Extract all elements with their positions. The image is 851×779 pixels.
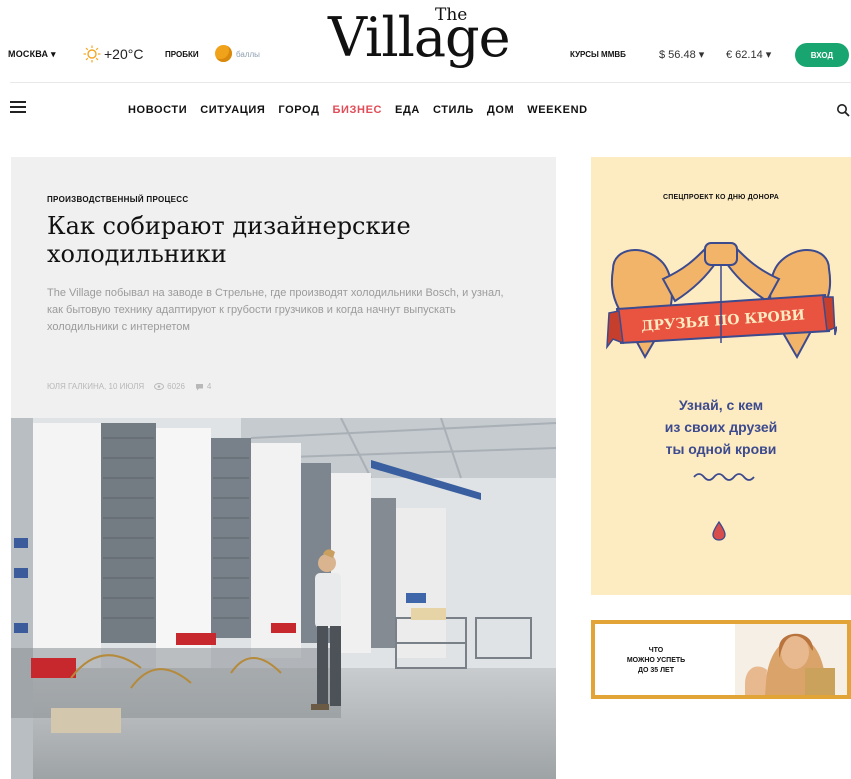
story-author-date: ЮЛЯ ГАЛКИНА, 10 ИЮЛЯ	[47, 382, 145, 391]
header-divider	[10, 82, 851, 83]
traffic-score: баллы	[236, 50, 260, 59]
menu-icon[interactable]	[10, 101, 26, 113]
age-ad-text: ЧТО МОЖНО УСПЕТЬ ДО 35 ЛЕТ	[611, 646, 701, 676]
top-bar: МОСКВА ▾ +20°C ПРОБКИ баллы The Village …	[0, 0, 851, 84]
city-selector[interactable]: МОСКВА ▾	[8, 49, 56, 60]
login-button[interactable]: ВХОД	[795, 43, 849, 67]
age-ad-line-1: ЧТО	[648, 647, 664, 654]
nav-item-city[interactable]: ГОРОД	[278, 104, 319, 116]
story-views: 6026	[167, 382, 185, 391]
factory-photo[interactable]	[11, 418, 556, 779]
ad-top-label: СПЕЦПРОЕКТ КО ДНЮ ДОНОРА	[663, 194, 779, 201]
traffic-label: ПРОБКИ	[165, 50, 199, 59]
story-rubric[interactable]: ПРОИЗВОДСТВЕННЫЙ ПРОЦЕСС	[47, 195, 188, 204]
story-lead: The Village побывал на заводе в Стрельне…	[47, 287, 504, 333]
ad-line-1: Узнай, с кем	[678, 397, 764, 413]
nav-item-situation[interactable]: СИТУАЦИЯ	[200, 104, 265, 116]
comment-icon	[195, 383, 203, 390]
eur-rate: € 62.14 ▾	[726, 49, 772, 61]
nav-item-food[interactable]: ЕДА	[395, 104, 420, 116]
story-headline[interactable]: Как собирают дизайнерские холодильники	[47, 212, 507, 268]
blood-drop-icon	[712, 521, 726, 541]
hearts-handshake-illustration: ДРУЗЬЯ ПО КРОВИ	[606, 242, 837, 360]
story-comments: 4	[206, 382, 212, 391]
search-icon[interactable]	[836, 103, 850, 117]
nav-item-home[interactable]: ДОМ	[487, 104, 514, 116]
nav-item-news[interactable]: НОВОСТИ	[128, 104, 187, 116]
nav-item-weekend[interactable]: WEEKEND	[527, 104, 587, 116]
city-label: МОСКВА	[8, 49, 49, 59]
nav-item-business[interactable]: БИЗНЕС	[333, 104, 383, 116]
wave-divider-icon	[693, 473, 755, 481]
ad-line-2: из своих друзей	[664, 419, 778, 435]
temperature: +20°C	[104, 46, 144, 62]
age-ad-line-3: ДО 35 ЛЕТ	[638, 667, 674, 674]
logo-main: Village	[328, 6, 511, 69]
ad-line-3: ты одной крови	[665, 441, 777, 457]
featured-story-card[interactable]: ПРОИЗВОДСТВЕННЫЙ ПРОЦЕСС Как собирают ди…	[11, 157, 556, 779]
traffic-ball-icon	[215, 45, 232, 62]
chevron-down-icon: ▾	[50, 49, 56, 59]
sun-icon	[83, 45, 101, 63]
nav-item-style[interactable]: СТИЛЬ	[433, 104, 474, 116]
rates-label: КУРСЫ ММВБ	[570, 50, 626, 59]
age-ad-inner: ЧТО МОЖНО УСПЕТЬ ДО 35 ЛЕТ	[595, 624, 847, 695]
age-ad-line-2: МОЖНО УСПЕТЬ	[626, 657, 686, 664]
main-nav: НОВОСТИ СИТУАЦИЯ ГОРОД БИЗНЕС ЕДА СТИЛЬ …	[128, 104, 588, 116]
eye-icon	[154, 383, 165, 390]
ad-main-text: Узнай, с кем из своих друзей ты одной кр…	[591, 394, 851, 460]
age-ad-banner[interactable]: ЧТО МОЖНО УСПЕТЬ ДО 35 ЛЕТ	[591, 620, 851, 699]
site-logo[interactable]: The Village	[328, 5, 548, 75]
usd-rate: $ 56.48 ▾	[659, 49, 705, 61]
story-meta: ЮЛЯ ГАЛКИНА, 10 ИЮЛЯ 6026 4	[47, 382, 211, 391]
donor-ad-banner[interactable]: СПЕЦПРОЕКТ КО ДНЮ ДОНОРА ДРУЗЬЯ ПО КРОВИ…	[591, 157, 851, 595]
woman-photo	[735, 624, 847, 695]
